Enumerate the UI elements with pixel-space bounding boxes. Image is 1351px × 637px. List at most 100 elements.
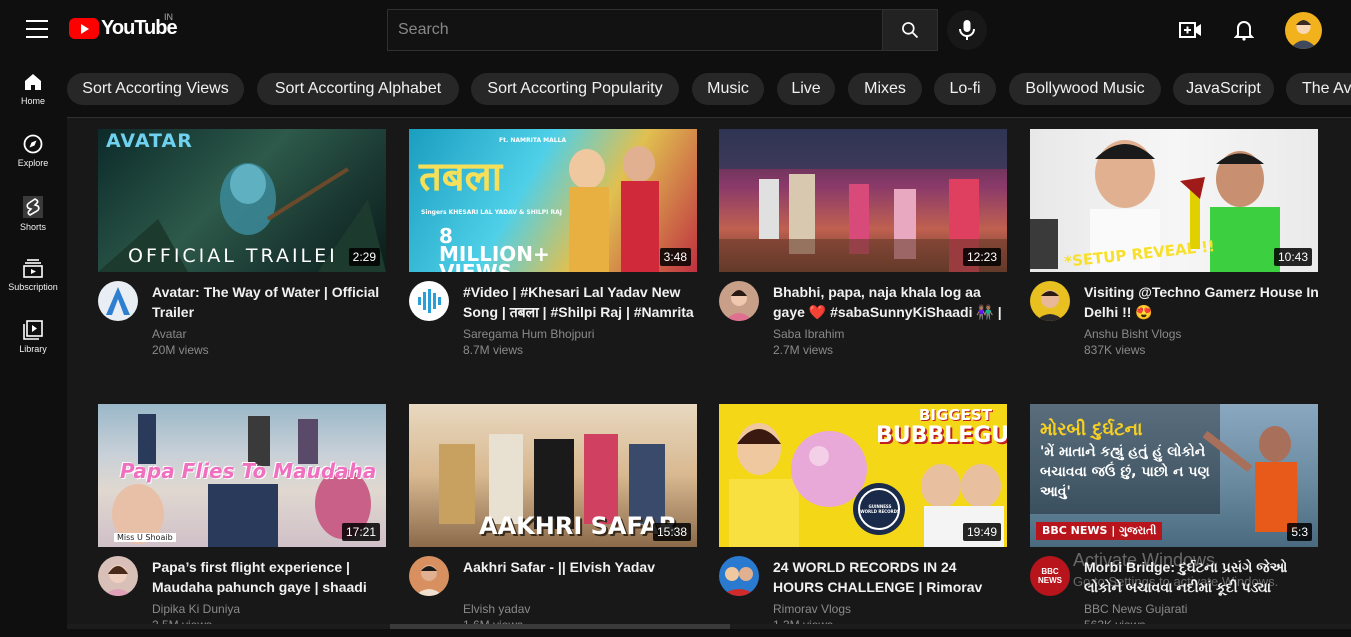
- shorts-icon: [23, 196, 43, 218]
- video-card[interactable]: 12:23 Bhabhi, papa, naja khala log aa ga…: [719, 129, 1007, 362]
- compass-icon: [23, 134, 43, 154]
- channel-avatar[interactable]: [98, 281, 138, 321]
- thumbnail-credit: Singers KHESARI LAL YADAV & SHILPI RAJ: [421, 209, 562, 216]
- chip-live[interactable]: Live: [777, 73, 835, 105]
- video-title[interactable]: Bhabhi, papa, naja khala log aa gaye ❤️ …: [773, 282, 1009, 322]
- video-meta: #Video | #Khesari Lal Yadav New Song | त…: [409, 272, 697, 362]
- chip-sort-views[interactable]: Sort Accorting Views: [67, 73, 244, 105]
- video-duration: 19:49: [962, 523, 1001, 541]
- chip-sort-popularity[interactable]: Sort Accorting Popularity: [471, 73, 679, 105]
- channel-name[interactable]: Rimorav Vlogs: [773, 602, 851, 616]
- channel-name[interactable]: Avatar: [152, 327, 186, 341]
- channel-name[interactable]: Dipika Ki Duniya: [152, 602, 240, 616]
- sidebar-item-subscription[interactable]: Subscription: [0, 246, 66, 302]
- view-count: 8.7M views: [463, 343, 524, 357]
- sidebar-item-explore[interactable]: Explore: [0, 122, 66, 178]
- video-card[interactable]: तबला Ft. NAMRITA MALLA Singers KHESARI L…: [409, 129, 697, 362]
- youtube-play-icon: [69, 18, 99, 39]
- video-card[interactable]: AVATAR OFFICIAL TRAILEI 2:29 Avatar: The…: [98, 129, 386, 362]
- sidebar-item-label: Subscription: [8, 282, 58, 292]
- menu-icon[interactable]: [26, 20, 48, 40]
- channel-avatar[interactable]: BBC NEWS: [1030, 556, 1070, 596]
- video-thumbnail[interactable]: AAKHRI SAFAR 15:38: [409, 404, 697, 547]
- channel-name[interactable]: Saregama Hum Bhojpuri: [463, 327, 594, 341]
- video-title[interactable]: Papa’s first flight experience | Maudaha…: [152, 557, 388, 597]
- horizontal-scrollbar[interactable]: [67, 624, 1351, 629]
- video-card[interactable]: *SETUP REVEAL !! 10:43 Visiting @Techno …: [1030, 129, 1320, 362]
- activate-windows-title: Activate Windows: [1073, 550, 1216, 570]
- sidebar-item-home[interactable]: Home: [0, 60, 66, 116]
- chip-bollywood-music[interactable]: Bollywood Music: [1009, 73, 1161, 105]
- video-card[interactable]: મોરબી દુર્ઘટના 'મેં માતાને કહ્યું હતું હ…: [1030, 404, 1318, 637]
- chip-lofi[interactable]: Lo-fi: [934, 73, 996, 105]
- channel-name[interactable]: BBC News Gujarati: [1084, 602, 1187, 616]
- chip-the-av[interactable]: The Av: [1286, 73, 1351, 105]
- video-thumbnail[interactable]: AVATAR OFFICIAL TRAILEI 2:29: [98, 129, 386, 272]
- video-title[interactable]: Aakhri Safar - || Elvish Yadav: [463, 557, 699, 577]
- chip-javascript[interactable]: JavaScript: [1173, 73, 1274, 105]
- people-avatar-icon: [721, 567, 757, 596]
- channel-avatar[interactable]: [98, 556, 138, 596]
- sidebar: Home Explore Shorts Subscription Library: [0, 60, 66, 629]
- channel-avatar[interactable]: [409, 556, 449, 596]
- video-meta: Visiting @Techno Gamerz House In Delhi !…: [1030, 272, 1320, 362]
- library-icon: [23, 320, 43, 340]
- create-video-button[interactable]: [1177, 16, 1205, 44]
- thumbnail-caption: 'મેં માતાને કહ્યું હતું હું લોકોને બચાવવ…: [1040, 444, 1210, 500]
- video-card[interactable]: BIGGEST BUBBLEGUM GUINNESS WORLD RECORDS…: [719, 404, 1007, 637]
- video-title[interactable]: #Video | #Khesari Lal Yadav New Song | त…: [463, 282, 699, 322]
- video-thumbnail[interactable]: Papa Flies To Maudaha Miss U Shoaib 17:2…: [98, 404, 386, 547]
- video-thumbnail[interactable]: तबला Ft. NAMRITA MALLA Singers KHESARI L…: [409, 129, 697, 272]
- channel-name[interactable]: Elvish yadav: [463, 602, 530, 616]
- scrollbar-thumb[interactable]: [390, 624, 730, 629]
- chip-sort-alphabet[interactable]: Sort Accorting Alphabet: [257, 73, 459, 105]
- chip-music[interactable]: Music: [692, 73, 764, 105]
- sidebar-item-shorts[interactable]: Shorts: [0, 184, 66, 240]
- view-count: 20M views: [152, 343, 209, 357]
- video-camera-plus-icon: [1179, 22, 1201, 38]
- thumbnail-caption: AAKHRI SAFAR: [479, 512, 678, 540]
- youtube-logo[interactable]: YouTube: [69, 17, 178, 40]
- thumbnail-caption-top: BIGGEST: [919, 406, 992, 424]
- guinness-badge-text: GUINNESS WORLD RECORDS: [860, 504, 900, 514]
- user-avatar[interactable]: [1285, 12, 1322, 49]
- video-duration: 10:43: [1273, 248, 1312, 266]
- channel-avatar[interactable]: [1030, 281, 1070, 321]
- view-count: 2.7M views: [773, 343, 834, 357]
- search-input[interactable]: [387, 9, 882, 51]
- video-thumbnail[interactable]: મોરબી દુર્ઘટના 'મેં માતાને કહ્યું હતું હ…: [1030, 404, 1318, 547]
- notifications-button[interactable]: [1230, 16, 1258, 44]
- video-meta: Bhabhi, papa, naja khala log aa gaye ❤️ …: [719, 272, 1007, 362]
- activate-windows-subtitle: Go to Settings to activate Windows.: [1073, 574, 1279, 589]
- video-thumbnail[interactable]: 12:23: [719, 129, 1007, 272]
- bbc-avatar-text: BBC NEWS: [1038, 567, 1062, 585]
- video-title[interactable]: Avatar: The Way of Water | Official Trai…: [152, 282, 388, 322]
- video-duration: 17:21: [341, 523, 380, 541]
- thumbnail-caption: OFFICIAL TRAILEI: [128, 245, 338, 267]
- person-avatar-icon: [725, 290, 753, 321]
- person-avatar-icon: [1036, 290, 1064, 321]
- thumbnail-brand: AVATAR: [106, 130, 193, 152]
- channel-name[interactable]: Saba Ibrahim: [773, 327, 844, 341]
- channel-avatar[interactable]: [719, 281, 759, 321]
- search-button[interactable]: [882, 9, 938, 51]
- avatar-logo-icon: [106, 287, 130, 315]
- sidebar-item-label: Shorts: [19, 222, 46, 232]
- channel-name[interactable]: Anshu Bisht Vlogs: [1084, 327, 1181, 341]
- sidebar-item-label: Explore: [17, 158, 49, 168]
- chip-mixes[interactable]: Mixes: [848, 73, 922, 105]
- person-avatar-icon: [104, 565, 132, 596]
- video-title[interactable]: Visiting @Techno Gamerz House In Delhi !…: [1084, 282, 1320, 322]
- view-count: 837K views: [1084, 343, 1146, 357]
- voice-search-button[interactable]: [947, 10, 987, 50]
- video-card[interactable]: AAKHRI SAFAR 15:38 Aakhri Safar - || Elv…: [409, 404, 697, 637]
- channel-avatar[interactable]: [719, 556, 759, 596]
- video-thumbnail[interactable]: *SETUP REVEAL !! 10:43: [1030, 129, 1318, 272]
- thumbnail-feat: Ft. NAMRITA MALLA: [499, 137, 567, 144]
- video-card[interactable]: Papa Flies To Maudaha Miss U Shoaib 17:2…: [98, 404, 386, 637]
- video-thumbnail[interactable]: BIGGEST BUBBLEGUM GUINNESS WORLD RECORDS…: [719, 404, 1007, 547]
- sidebar-item-library[interactable]: Library: [0, 308, 66, 364]
- soundwave-icon: [418, 289, 441, 313]
- channel-avatar[interactable]: [409, 281, 449, 321]
- video-title[interactable]: 24 WORLD RECORDS IN 24 HOURS CHALLENGE |…: [773, 557, 1009, 597]
